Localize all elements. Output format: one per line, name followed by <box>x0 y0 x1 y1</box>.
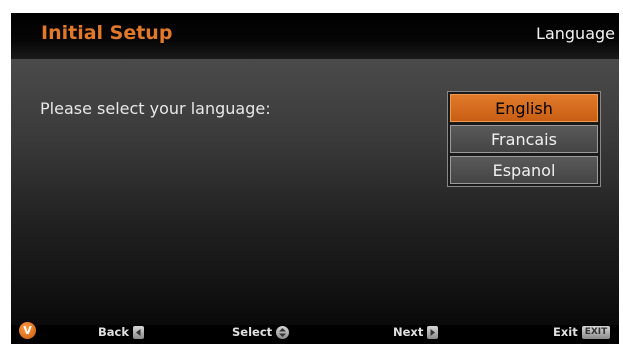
page-title: Initial Setup <box>41 22 173 44</box>
language-option-english[interactable]: English <box>450 94 598 122</box>
footer-bar: V Back Select Next Exit EXIT <box>11 322 619 344</box>
header-bar: Initial Setup Language <box>11 13 619 59</box>
exit-key-icon: EXIT <box>581 325 611 339</box>
select-label: Select <box>232 325 273 339</box>
next-button[interactable]: Next <box>393 325 439 339</box>
exit-button[interactable]: Exit EXIT <box>553 325 611 339</box>
vizio-logo-icon: V <box>19 322 36 339</box>
select-button[interactable]: Select <box>232 325 290 339</box>
right-arrow-key-icon <box>427 325 439 339</box>
back-button[interactable]: Back <box>98 325 144 339</box>
section-title: Language <box>536 24 615 43</box>
left-arrow-key-icon <box>133 325 144 339</box>
language-list: English Francais Espanol <box>447 91 601 187</box>
language-prompt: Please select your language: <box>40 99 271 118</box>
exit-label: Exit <box>553 325 578 339</box>
up-down-arrow-key-icon <box>276 325 290 339</box>
content-area: Please select your language: English Fra… <box>11 59 619 325</box>
language-option-espanol[interactable]: Espanol <box>450 156 598 184</box>
language-option-francais[interactable]: Francais <box>450 125 598 153</box>
back-label: Back <box>98 325 129 339</box>
tv-screen: Initial Setup Language Please select you… <box>11 13 619 344</box>
next-label: Next <box>393 325 424 339</box>
